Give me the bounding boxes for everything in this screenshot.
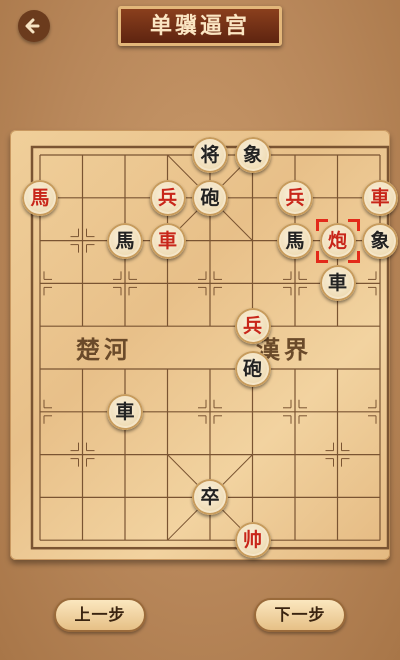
chess-piece-red[interactable]: 車	[149, 222, 186, 259]
chess-piece-red[interactable]: 車	[362, 179, 398, 216]
previous-step-button[interactable]: 上一步	[54, 598, 146, 632]
chess-piece-red[interactable]: 炮	[319, 222, 356, 259]
chess-piece-red[interactable]: 兵	[149, 179, 186, 216]
next-step-button[interactable]: 下一步	[254, 598, 346, 632]
chess-piece-red[interactable]: 馬	[22, 179, 58, 216]
chess-piece-black[interactable]: 卒	[192, 479, 228, 516]
back-button[interactable]	[18, 10, 50, 42]
chess-piece-black[interactable]: 砲	[234, 351, 271, 387]
chess-piece-red[interactable]: 兵	[277, 179, 313, 216]
chess-piece-black[interactable]: 将	[192, 137, 228, 173]
chess-piece-black[interactable]: 車	[319, 265, 356, 302]
chess-piece-black[interactable]: 馬	[277, 222, 313, 259]
arrow-left-icon	[25, 18, 40, 34]
chess-board[interactable]: 楚河 漢界 将象馬兵砲兵車馬車馬炮象車兵砲車卒帅	[10, 130, 398, 560]
chess-piece-black[interactable]: 車	[107, 393, 143, 430]
page-title: 单骥逼宫	[118, 6, 282, 46]
river-label-left: 楚河	[76, 335, 132, 364]
chess-piece-black[interactable]: 砲	[192, 179, 228, 216]
chess-piece-black[interactable]: 象	[362, 222, 398, 259]
chess-piece-red[interactable]: 兵	[234, 308, 271, 345]
chess-piece-red[interactable]: 帅	[234, 522, 271, 559]
chess-piece-black[interactable]: 象	[234, 137, 271, 173]
chess-piece-black[interactable]: 馬	[107, 222, 143, 259]
